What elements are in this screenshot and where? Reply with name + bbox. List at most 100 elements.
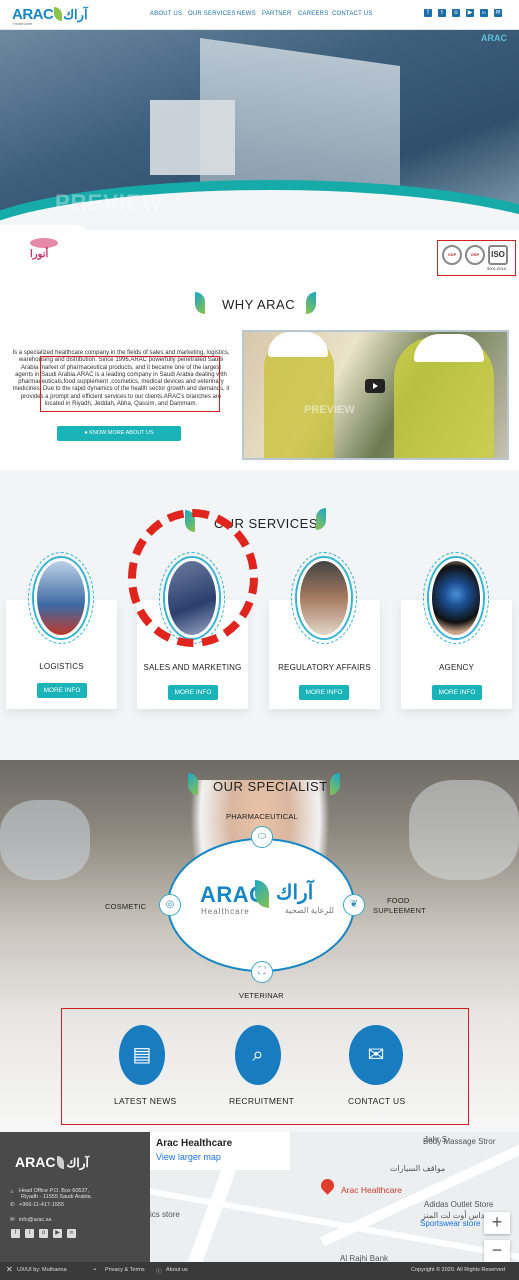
linkedin-icon[interactable]: in (67, 1229, 76, 1238)
more-info-button[interactable]: MORE INFO (299, 685, 349, 700)
email-icon[interactable]: ✉ (494, 9, 502, 17)
map-pin-label[interactable]: Arac Healthcare (341, 1185, 402, 1195)
cosmetic-icon: ◎ (159, 894, 181, 916)
youtube-icon[interactable]: ▶ (53, 1229, 62, 1238)
nav-about-us[interactable]: ABOUT US (150, 11, 182, 17)
annotation-box-certs (437, 240, 516, 276)
agency-image (429, 558, 483, 638)
nav-contact-us[interactable]: CONTACT US (332, 11, 372, 17)
resume-search-icon[interactable]: ⌕ (235, 1025, 281, 1085)
map-place-label: مواقف السيارات (390, 1164, 446, 1173)
nav-news[interactable]: NEWS (237, 11, 256, 17)
mail-open-icon[interactable]: ✉ (349, 1025, 403, 1085)
footer-phone[interactable]: +966-11-417-1555 (19, 1202, 64, 1209)
nav-our-services[interactable]: OUR SERVICES (188, 11, 236, 17)
designer-icon: ✕ (6, 1265, 13, 1274)
leaf-icon (195, 292, 205, 314)
leaf-icon (57, 1156, 65, 1169)
video-watermark: PREVIEW (304, 404, 355, 416)
latest-news-link[interactable]: LATEST NEWS (114, 1096, 177, 1106)
map-title: Arac Healthcare (156, 1138, 233, 1149)
specialist-food-line2: SUPLEEMENT (373, 906, 426, 915)
footer-address-line2: Riyadh - 11555 Saudi Arabia. (21, 1194, 93, 1200)
copyright-text: Copyright © 2020. All Rights Reserved (411, 1267, 505, 1273)
instagram-icon[interactable]: o (39, 1229, 48, 1238)
footer-logo-ar: آراك (66, 1156, 89, 1170)
more-info-button[interactable]: MORE INFO (432, 685, 482, 700)
veterinary-icon: ⛶ (251, 961, 273, 983)
logo-text-ar: آراك (63, 7, 88, 22)
annotation-dashed-circle (128, 509, 258, 647)
location-icon: ⌂ (10, 1189, 14, 1195)
background-person-image (409, 780, 519, 880)
map-place-label: Al Rajhi Bank (340, 1254, 389, 1262)
why-title: WHY ARAC (222, 297, 296, 312)
specialist-logo-ar: آراك (276, 882, 314, 904)
contact-us-link[interactable]: CONTACT US (348, 1096, 405, 1106)
video-player[interactable]: PREVIEW (242, 330, 509, 460)
nav-careers[interactable]: CAREERS (298, 11, 328, 17)
mail-icon: ✉ (10, 1217, 15, 1223)
footer-logo[interactable]: ARAC آراك (15, 1154, 89, 1170)
specialist-logo-tagline-ar: للرعاية الصحية (285, 906, 334, 915)
map-place-label: Adidas Outlet Store (424, 1200, 494, 1209)
embedded-map[interactable]: Jahr S Body Massage Stror مواقف السيارات… (150, 1132, 519, 1262)
map-info-card: Arac Healthcare View larger map (150, 1132, 290, 1170)
know-more-label: KNOW MORE ABOUT US (89, 430, 154, 436)
twitter-icon[interactable]: t (25, 1229, 34, 1238)
pills-icon: ⬭ (251, 826, 273, 848)
specialist-cosmetic: COSMETIC (105, 902, 147, 911)
specialist-title: OUR SPECIALIST (213, 779, 328, 794)
logistics-image (34, 558, 88, 638)
specialist-food-line1: FOOD (387, 896, 410, 905)
designer-credit[interactable]: UX/UI by: Muthanna (17, 1267, 67, 1273)
more-info-button[interactable]: MORE INFO (37, 683, 87, 698)
service-label: REGULATORY AFFAIRS (278, 663, 371, 672)
map-place-label: Sportswear store (420, 1219, 481, 1228)
specialist-veterinar: VETERINAR (239, 991, 284, 1000)
leaf-icon (306, 292, 316, 314)
partner-logo-card[interactable]: أنورا (0, 225, 87, 285)
annotation-box-text (40, 356, 220, 412)
footer-logo-en: ARAC (15, 1154, 56, 1170)
view-larger-map-link[interactable]: View larger map (156, 1152, 221, 1162)
map-place-label: Body Massage Stror (423, 1137, 496, 1146)
background-person-image (0, 800, 90, 880)
hardhat-image (414, 334, 484, 362)
more-info-button[interactable]: MORE INFO (168, 685, 218, 700)
lock-icon: ▪ (94, 1267, 96, 1273)
recruitment-link[interactable]: RECRUITMENT (229, 1096, 294, 1106)
know-more-button[interactable]: ● KNOW MORE ABOUT US (57, 426, 181, 441)
service-label: AGENCY (439, 663, 474, 672)
info-icon: ⓘ (156, 1269, 162, 1275)
regulatory-image (297, 558, 351, 638)
linkedin-icon[interactable]: in (480, 9, 488, 17)
youtube-icon[interactable]: ▶ (466, 9, 474, 17)
map-pin-icon[interactable] (318, 1176, 337, 1195)
site-header: ARAC آراك Healthcare ABOUT US OUR SERVICE… (0, 0, 519, 30)
leaf-icon (54, 7, 63, 21)
zoom-in-button[interactable]: + (484, 1212, 510, 1234)
map-place-label: ics store (150, 1210, 180, 1219)
footer-email[interactable]: info@arac.sa (19, 1217, 52, 1224)
service-label: SALES AND MARKETING (143, 663, 242, 672)
zoom-out-button[interactable]: − (484, 1240, 510, 1262)
specialist-logo-tagline: Healthcare (201, 907, 250, 916)
cargo-image (150, 100, 235, 175)
facebook-icon[interactable]: f (424, 9, 432, 17)
about-us-link[interactable]: About us (166, 1267, 188, 1273)
phone-icon: ✆ (10, 1202, 15, 1208)
service-label: LOGISTICS (39, 662, 84, 671)
hero-logo: ARAC (481, 33, 507, 43)
play-icon[interactable] (365, 379, 385, 393)
partner-brand: أنورا (30, 249, 49, 260)
partner-flower-icon (30, 238, 58, 248)
twitter-icon[interactable]: t (438, 9, 446, 17)
logo-tagline: Healthcare (13, 21, 33, 26)
newspaper-icon[interactable]: ▤ (119, 1025, 165, 1085)
hardhat-image (268, 332, 328, 357)
instagram-icon[interactable]: o (452, 9, 460, 17)
facebook-icon[interactable]: f (11, 1229, 20, 1238)
nav-partner[interactable]: PARTNER (262, 11, 292, 17)
privacy-terms-link[interactable]: Privacy & Terms (105, 1267, 145, 1273)
